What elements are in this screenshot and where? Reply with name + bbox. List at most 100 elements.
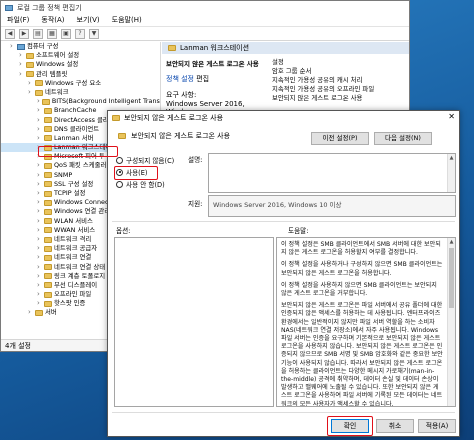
edit-policy-link[interactable]: 정책 설정 <box>166 75 194 83</box>
help-paragraph: 보안되지 않은 게스트 로그온은 파일 서버에서 공유 폴더에 대한 인증되지 … <box>281 302 443 407</box>
tree-item[interactable]: › 컴퓨터 구성 <box>1 42 160 51</box>
up-icon[interactable]: ▤ <box>33 28 43 39</box>
help-icon[interactable]: ? <box>75 28 85 39</box>
expand-arrow-icon[interactable]: › <box>37 180 42 189</box>
edit-policy-suffix: 편집 <box>194 75 210 83</box>
filter-icon[interactable]: ▼ <box>89 28 99 39</box>
highlight-ok-button <box>327 416 373 436</box>
expand-arrow-icon[interactable]: › <box>28 308 33 317</box>
expand-arrow-icon[interactable]: › <box>19 60 24 69</box>
scroll-up-icon[interactable]: ▲ <box>448 238 455 246</box>
expand-arrow-icon[interactable]: › <box>37 161 42 170</box>
help-scrollbar[interactable]: ▲ <box>447 238 455 406</box>
expand-arrow-icon[interactable]: › <box>37 226 42 235</box>
folder-icon <box>44 107 52 114</box>
next-setting-button[interactable]: 다음 설정(N) <box>374 132 432 145</box>
previous-setting-button[interactable]: 이전 설정(P) <box>311 132 369 145</box>
settings-row[interactable]: 지속적인 가용성 공유의 캐시 처리 <box>272 76 405 85</box>
expand-arrow-icon[interactable]: › <box>28 88 33 97</box>
policy-icon <box>112 114 120 121</box>
expand-arrow-icon[interactable]: › <box>37 97 40 106</box>
tree-item[interactable]: › 관리 템플릿 <box>1 70 160 79</box>
expand-arrow-icon[interactable]: › <box>37 281 42 290</box>
divider <box>112 412 455 413</box>
settings-header[interactable]: 설정 <box>272 58 405 67</box>
supported-on-value: Windows Server 2016, Windows 10 이상 <box>213 201 342 209</box>
expand-arrow-icon[interactable]: › <box>37 217 42 226</box>
expand-arrow-icon[interactable]: › <box>37 253 42 262</box>
properties-icon[interactable]: ▣ <box>61 28 71 39</box>
tree-item[interactable]: › 네트워크 <box>1 88 160 97</box>
settings-row[interactable]: 암호 그룹 순서 <box>272 67 405 76</box>
folder-icon <box>44 273 52 280</box>
folder-icon <box>44 117 52 124</box>
folder-icon <box>26 71 34 78</box>
tree-item[interactable]: › BITS(Background Intelligent Transf <box>1 97 160 106</box>
expand-arrow-icon[interactable]: › <box>37 134 42 143</box>
folder-icon <box>168 45 176 51</box>
expand-arrow-icon[interactable]: › <box>37 198 42 207</box>
tree-item-label: BITS(Background Intelligent Transf <box>51 97 161 106</box>
expand-arrow-icon[interactable]: › <box>37 272 42 281</box>
back-icon[interactable]: ◀ <box>5 28 15 39</box>
menu-view[interactable]: 보기(V) <box>77 15 100 25</box>
help-text-panel[interactable]: 이 정책 설정은 SMB 클라이언트에서 SMB 서버에 대한 보안되지 않은 … <box>276 237 456 407</box>
expand-arrow-icon[interactable]: › <box>37 116 42 125</box>
help-label: 도움말: <box>288 227 309 235</box>
expand-arrow-icon[interactable]: › <box>37 207 42 216</box>
radio-not-configured[interactable]: 구성되지 않음(C) <box>116 154 192 166</box>
forward-icon[interactable]: ▶ <box>19 28 29 39</box>
folder-icon <box>41 98 50 105</box>
radio-circle[interactable] <box>116 180 123 188</box>
expand-arrow-icon[interactable]: › <box>37 125 42 134</box>
folder-icon <box>44 172 52 179</box>
tree-item[interactable]: › 소프트웨어 설정 <box>1 51 160 60</box>
right-pane-header: Lanman 워크스테이션 <box>162 42 409 54</box>
comment-textarea[interactable]: ▲ <box>208 153 456 193</box>
expand-arrow-icon[interactable]: › <box>19 51 24 60</box>
tree-item[interactable]: › Windows 구성 요소 <box>1 79 160 88</box>
scroll-thumb[interactable] <box>449 248 454 308</box>
expand-arrow-icon[interactable]: › <box>10 42 15 51</box>
apply-button[interactable]: 적용(A) <box>418 419 456 433</box>
expand-arrow-icon[interactable]: › <box>37 290 42 299</box>
menu-action[interactable]: 동작(A) <box>41 15 64 25</box>
expand-arrow-icon[interactable]: › <box>37 299 42 308</box>
expand-arrow-icon[interactable]: › <box>37 171 42 180</box>
show-tree-icon[interactable]: ▦ <box>47 28 57 39</box>
folder-icon <box>35 89 43 96</box>
expand-arrow-icon[interactable]: › <box>37 106 42 115</box>
folder-icon <box>44 227 52 234</box>
menu-help[interactable]: 도움말(H) <box>112 15 142 25</box>
close-icon[interactable]: ✕ <box>448 112 455 121</box>
radio-circle[interactable] <box>116 156 123 164</box>
folder-icon <box>26 61 34 68</box>
expand-arrow-icon[interactable]: › <box>28 79 33 88</box>
settings-row[interactable]: 보안되지 않은 게스트 로그온 사용 <box>272 94 405 103</box>
settings-row[interactable]: 지속적인 가용성 공유의 오프라인 파일 <box>272 85 405 94</box>
help-paragraph: 이 정책 설정은 SMB 클라이언트에서 SMB 서버에 대한 보안되지 않은 … <box>281 241 441 257</box>
menu-file[interactable]: 파일(F) <box>7 15 29 25</box>
dialog-titlebar[interactable]: 보안되지 않은 게스트 로그온 사용 <box>108 111 459 124</box>
folder-icon <box>44 163 52 170</box>
expand-arrow-icon[interactable]: › <box>37 235 42 244</box>
radio-label: 사용 안 함(D) <box>126 181 165 189</box>
folder-icon <box>44 245 52 252</box>
app-icon <box>5 4 13 11</box>
expand-arrow-icon[interactable]: › <box>37 263 42 272</box>
folder-icon <box>44 199 52 206</box>
tree-item-label: WWAN 서비스 <box>54 225 96 234</box>
cancel-button[interactable]: 취소 <box>376 419 414 433</box>
right-pane-title: Lanman 워크스테이션 <box>180 44 250 52</box>
tree-item-label: TCPIP 설정 <box>54 189 86 197</box>
tree-item-label: 핫스팟 인증 <box>54 299 86 308</box>
policy-setting-icon <box>118 133 126 139</box>
comment-scrollbar[interactable]: ▲ <box>447 154 455 192</box>
expand-arrow-icon[interactable]: › <box>37 189 42 198</box>
supported-label: 지원: <box>188 200 203 208</box>
gpe-titlebar[interactable]: 로컬 그룹 정책 편집기 <box>1 1 409 14</box>
folder-icon <box>44 190 52 197</box>
expand-arrow-icon[interactable]: › <box>19 70 24 79</box>
tree-item[interactable]: › Windows 설정 <box>1 60 160 69</box>
expand-arrow-icon[interactable]: › <box>37 244 42 253</box>
